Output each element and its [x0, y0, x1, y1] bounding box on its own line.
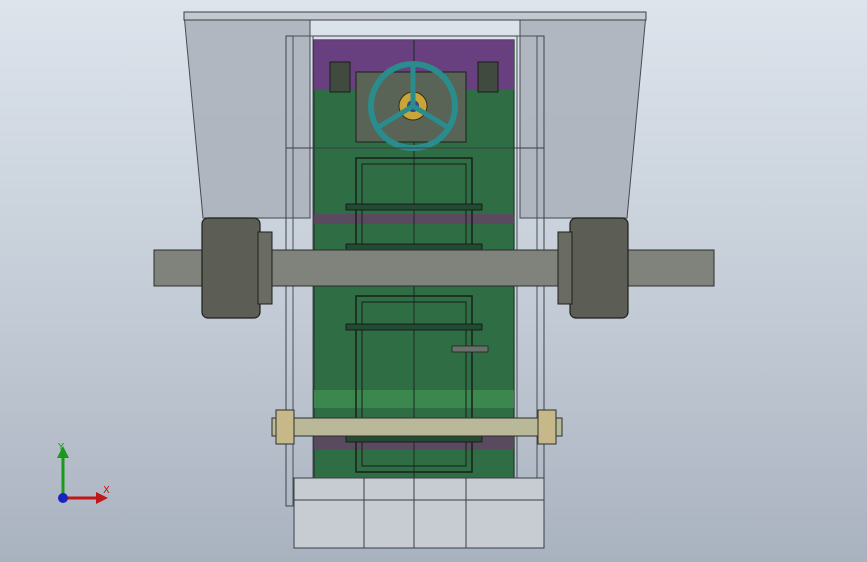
door-upper-bar-1 — [345, 203, 483, 211]
cad-viewport[interactable]: Y X — [0, 0, 867, 562]
latch-handle — [451, 345, 489, 353]
hopper-left — [183, 13, 311, 219]
hopper-right — [519, 13, 647, 219]
bearing-left — [201, 217, 261, 319]
axis-triad: Y X — [48, 440, 118, 510]
y-axis-label: Y — [58, 442, 65, 453]
lower-bearing-right — [537, 409, 557, 445]
door-lower-bar-1 — [345, 323, 483, 331]
door-upper-bar-2 — [345, 243, 483, 251]
lower-bearing-left — [275, 409, 295, 445]
crusher-assembly-model[interactable] — [0, 0, 867, 562]
z-axis-dot — [58, 493, 68, 503]
base-plate — [293, 477, 545, 549]
bearing-right — [569, 217, 629, 319]
gearbox-lug-right — [477, 61, 499, 93]
x-axis-label: X — [103, 485, 110, 496]
gearbox-lug-left — [329, 61, 351, 93]
door-lower-bar-2 — [345, 435, 483, 443]
hopper-top-rim — [183, 11, 647, 21]
bearing-left-flange — [257, 231, 273, 305]
bearing-right-flange — [557, 231, 573, 305]
lower-shaft — [271, 417, 563, 437]
